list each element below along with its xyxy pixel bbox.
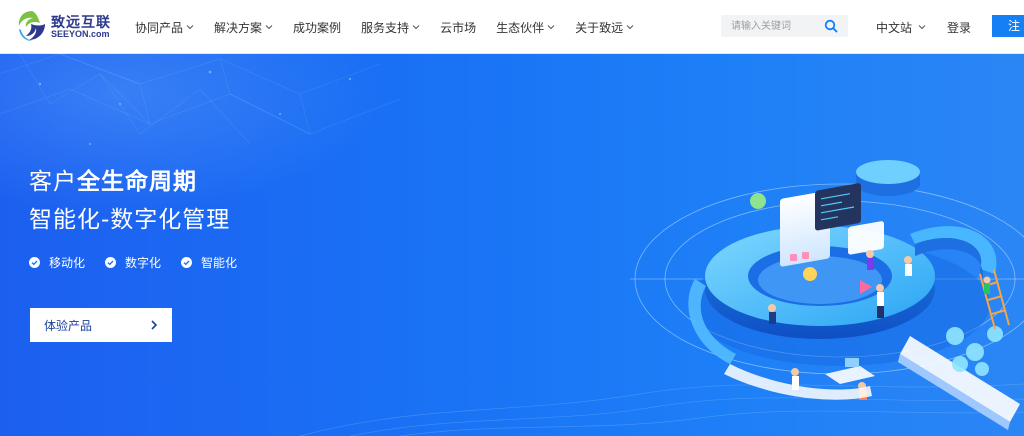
nav-item-cases[interactable]: 成功案例	[293, 19, 341, 36]
login-label: 登录	[947, 20, 972, 35]
chevron-down-icon	[918, 25, 926, 30]
search-input[interactable]	[721, 15, 821, 37]
nav-item-label: 成功案例	[293, 20, 342, 35]
feature-label: 数字化	[125, 256, 162, 270]
main-nav: 协同产品 解决方案 成功案例 服务支持 云市场 生态伙伴 关于致远	[135, 0, 654, 54]
register-button[interactable]: 注	[992, 15, 1024, 37]
chevron-down-icon	[265, 25, 273, 30]
nav-item-label: 生态伙伴	[496, 20, 545, 35]
top-header: 致远互联 SEEYON.com 协同产品 解决方案 成功案例 服务支持 云市场 …	[0, 0, 1024, 54]
feature-intelligent: 智能化	[181, 254, 237, 271]
chevron-down-icon	[626, 25, 634, 30]
hero-headline-line2: 智能化-数字化管理	[29, 207, 231, 233]
search-box	[721, 15, 848, 37]
hero-feature-list: 移动化 数字化 智能化	[29, 254, 257, 271]
logo-swirl-icon	[18, 11, 45, 41]
nav-item-partners[interactable]: 生态伙伴	[496, 19, 555, 36]
hero-headline-line1: 客户全生命周期	[29, 162, 197, 196]
cta-label: 体验产品	[44, 318, 93, 333]
chevron-right-icon	[151, 320, 158, 330]
headline-plain: 客户	[29, 169, 77, 195]
feature-label: 智能化	[201, 256, 238, 270]
nav-item-label: 关于致远	[575, 20, 624, 35]
chevron-down-icon	[186, 25, 194, 30]
login-link[interactable]: 登录	[947, 0, 971, 54]
feature-digital: 数字化	[105, 254, 161, 271]
chevron-down-icon	[547, 25, 555, 30]
logo-text-en: SEEYON.com	[51, 29, 110, 39]
nav-item-label: 云市场	[440, 20, 477, 35]
brand-logo[interactable]: 致远互联 SEEYON.com	[16, 9, 116, 43]
try-product-button[interactable]: 体验产品	[30, 308, 172, 342]
nav-item-label: 解决方案	[214, 20, 263, 35]
check-circle-icon	[29, 257, 40, 268]
search-icon[interactable]	[824, 19, 838, 33]
hero-banner: 客户全生命周期 智能化-数字化管理 移动化 数字化 智能化 体验产品	[0, 54, 1024, 436]
language-label: 中文站	[876, 20, 913, 35]
chevron-down-icon	[412, 25, 420, 30]
headline-bold: 全生命周期	[77, 169, 197, 195]
nav-item-solutions[interactable]: 解决方案	[214, 19, 273, 36]
nav-item-label: 协同产品	[135, 20, 184, 35]
feature-label: 移动化	[49, 256, 86, 270]
nav-item-support[interactable]: 服务支持	[361, 19, 420, 36]
nav-item-cloud-market[interactable]: 云市场	[440, 19, 476, 36]
register-label: 注	[1008, 19, 1021, 33]
nav-item-label: 服务支持	[361, 20, 410, 35]
nav-item-about[interactable]: 关于致远	[575, 19, 634, 36]
nav-item-products[interactable]: 协同产品	[135, 19, 194, 36]
check-circle-icon	[181, 257, 193, 268]
hero-isometric-illustration	[630, 160, 1024, 430]
feature-mobile: 移动化	[29, 254, 85, 271]
check-circle-icon	[105, 257, 117, 268]
language-switcher[interactable]: 中文站	[876, 0, 926, 54]
